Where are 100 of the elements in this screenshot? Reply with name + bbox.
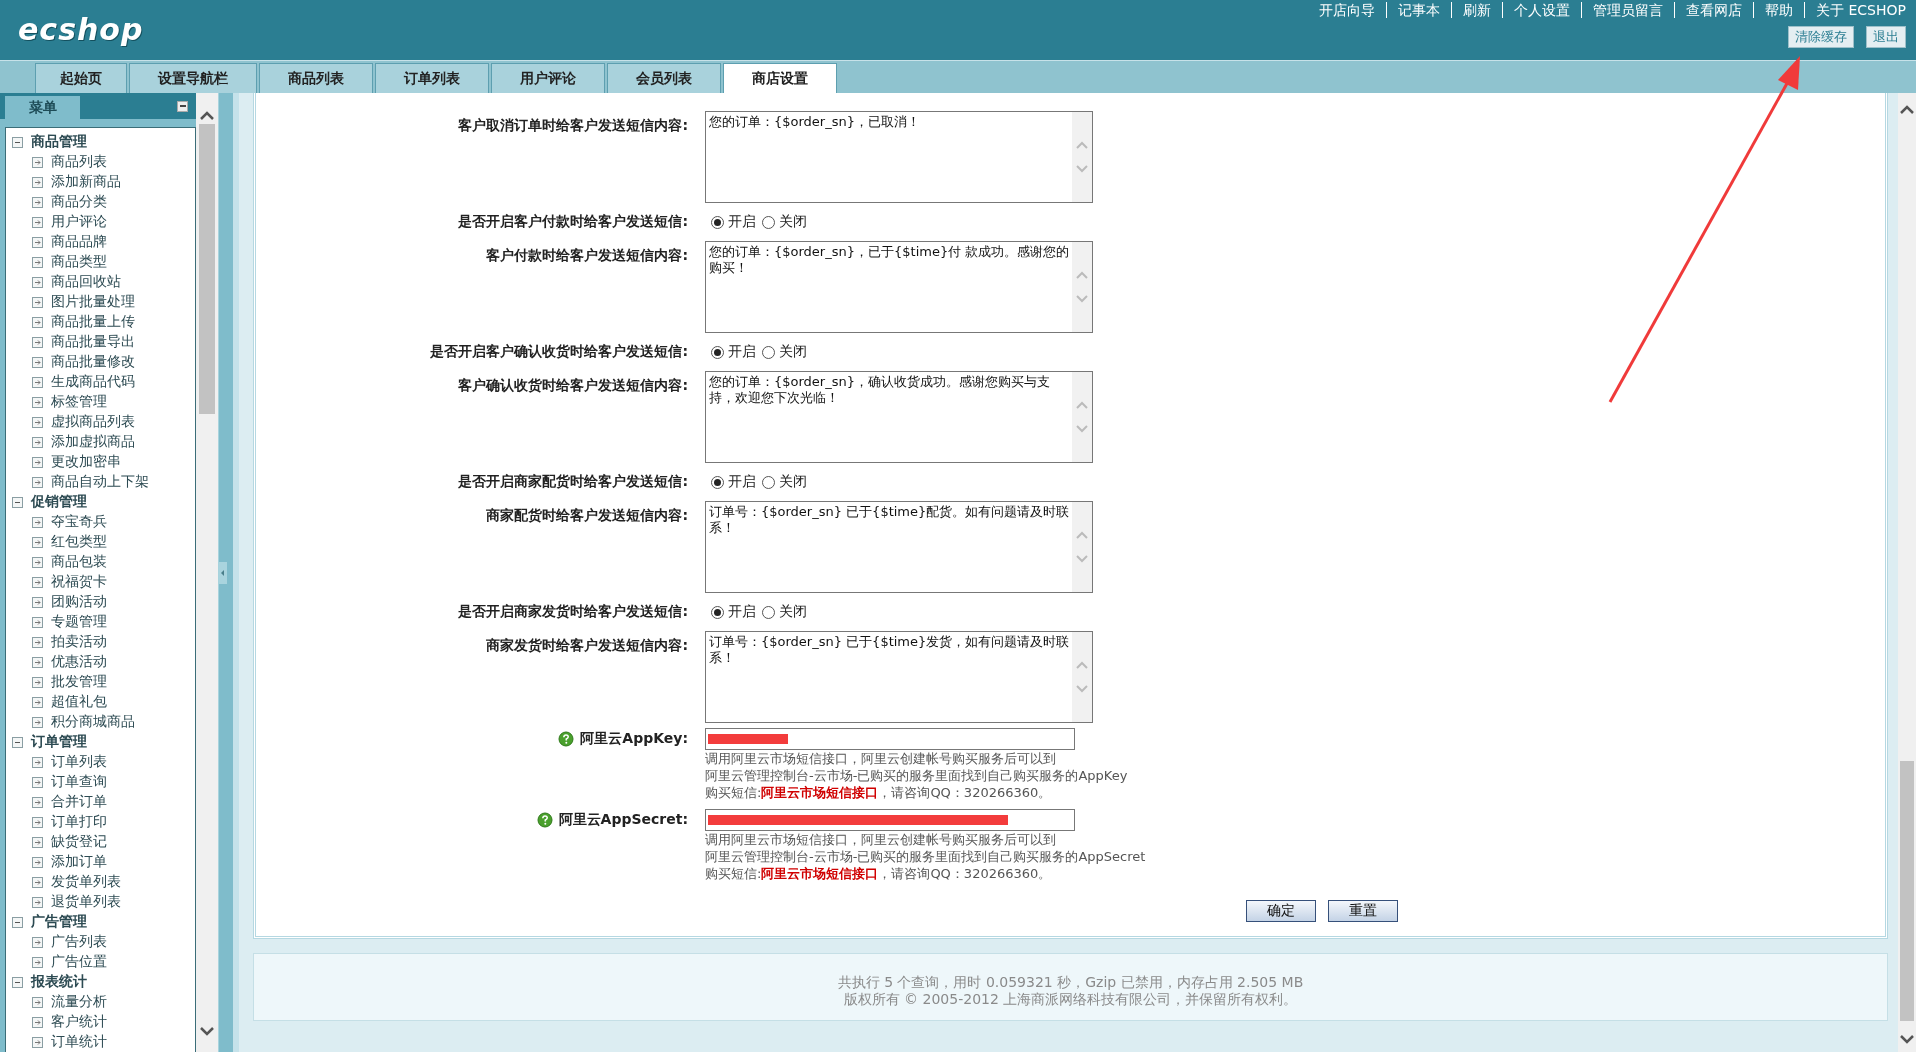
radio-label[interactable]: 关闭 — [779, 473, 807, 491]
header-link[interactable]: 个人设置 — [1502, 2, 1582, 18]
menu-item[interactable]: 流量分析 — [51, 993, 107, 1011]
menu-item[interactable]: 用户评论 — [51, 213, 107, 231]
tab[interactable]: 商品列表 — [259, 63, 373, 93]
radio-label[interactable]: 关闭 — [779, 343, 807, 361]
menu-item[interactable]: 广告位置 — [51, 953, 107, 971]
header-link[interactable]: 关于 ECSHOP — [1804, 2, 1906, 18]
radio-label[interactable]: 开启 — [728, 603, 756, 621]
radio-button[interactable] — [762, 215, 775, 229]
help-icon[interactable] — [536, 812, 553, 828]
radio-button[interactable] — [711, 345, 724, 359]
menu-item[interactable]: 商品包装 — [51, 553, 107, 571]
menu-item[interactable]: 订单查询 — [51, 773, 107, 791]
menu-item[interactable]: 订单列表 — [51, 753, 107, 771]
header-link[interactable]: 查看网店 — [1674, 2, 1754, 18]
menu-item[interactable]: 积分商城商品 — [51, 713, 135, 731]
collapse-icon[interactable] — [12, 976, 23, 988]
scroll-down-icon[interactable] — [1900, 1035, 1914, 1044]
menu-item[interactable]: 商品批量修改 — [51, 353, 135, 371]
header-link[interactable]: 管理员留言 — [1581, 2, 1675, 18]
menu-item[interactable]: 虚拟商品列表 — [51, 413, 135, 431]
header-button[interactable]: 清除缓存 — [1788, 26, 1854, 48]
menu-item[interactable]: 商品列表 — [51, 153, 107, 171]
text-input[interactable] — [705, 809, 1075, 831]
radio-button[interactable] — [711, 605, 724, 619]
menu-group[interactable]: 促销管理 — [31, 493, 87, 511]
header-button[interactable]: 退出 — [1866, 26, 1906, 48]
collapse-icon[interactable] — [12, 736, 23, 748]
header-link[interactable]: 开店向导 — [1308, 2, 1387, 18]
tab[interactable]: 起始页 — [35, 63, 127, 93]
radio-button[interactable] — [762, 605, 775, 619]
scrollbar-thumb[interactable] — [1900, 761, 1914, 1021]
menu-item[interactable]: 商品分类 — [51, 193, 107, 211]
menu-item[interactable]: 商品品牌 — [51, 233, 107, 251]
menu-item[interactable]: 红包类型 — [51, 533, 107, 551]
radio-label[interactable]: 开启 — [728, 343, 756, 361]
help-icon[interactable] — [558, 731, 575, 747]
form-button[interactable]: 确定 — [1246, 900, 1316, 922]
collapse-handle-icon[interactable] — [219, 561, 227, 584]
radio-label[interactable]: 关闭 — [779, 603, 807, 621]
menu-item[interactable]: 夺宝奇兵 — [51, 513, 107, 531]
menu-group[interactable]: 商品管理 — [31, 133, 87, 151]
menu-item[interactable]: 广告列表 — [51, 933, 107, 951]
radio-button[interactable] — [762, 475, 775, 489]
menu-item[interactable]: 客户统计 — [51, 1013, 107, 1031]
menu-item[interactable]: 更改加密串 — [51, 453, 121, 471]
menu-item[interactable]: 缺货登记 — [51, 833, 107, 851]
collapse-icon[interactable] — [12, 916, 23, 928]
menu-item[interactable]: 祝福贺卡 — [51, 573, 107, 591]
menu-item[interactable]: 团购活动 — [51, 593, 107, 611]
radio-button[interactable] — [711, 475, 724, 489]
menu-item[interactable]: 退货单列表 — [51, 893, 121, 911]
radio-button[interactable] — [762, 345, 775, 359]
collapse-icon[interactable] — [12, 136, 23, 148]
menu-item[interactable]: 图片批量处理 — [51, 293, 135, 311]
menu-item[interactable]: 商品回收站 — [51, 273, 121, 291]
menu-item[interactable]: 订单打印 — [51, 813, 107, 831]
header-link[interactable]: 刷新 — [1451, 2, 1503, 18]
tab[interactable]: 订单列表 — [375, 63, 489, 93]
menu-item[interactable]: 标签管理 — [51, 393, 107, 411]
radio-label[interactable]: 关闭 — [779, 213, 807, 231]
tab[interactable]: 设置导航栏 — [129, 63, 257, 93]
scroll-down-icon[interactable] — [200, 1027, 214, 1036]
menu-item[interactable]: 拍卖活动 — [51, 633, 107, 651]
radio-button[interactable] — [711, 215, 724, 229]
header-link[interactable]: 记事本 — [1386, 2, 1452, 18]
tab[interactable]: 商店设置 — [723, 63, 837, 93]
menu-item[interactable]: 添加订单 — [51, 853, 107, 871]
menu-item[interactable]: 合并订单 — [51, 793, 107, 811]
radio-label[interactable]: 开启 — [728, 213, 756, 231]
menu-group[interactable]: 订单管理 — [31, 733, 87, 751]
menu-item[interactable]: 批发管理 — [51, 673, 107, 691]
menu-item[interactable]: 订单统计 — [51, 1033, 107, 1051]
collapse-icon[interactable] — [177, 100, 188, 112]
menu-item[interactable]: 商品批量上传 — [51, 313, 135, 331]
menu-item[interactable]: 发货单列表 — [51, 873, 121, 891]
text-input[interactable] — [705, 728, 1075, 750]
menu-item[interactable]: 超值礼包 — [51, 693, 107, 711]
menu-group[interactable]: 报表统计 — [31, 973, 87, 991]
menu-item[interactable]: 专题管理 — [51, 613, 107, 631]
menu-item[interactable]: 优惠活动 — [51, 653, 107, 671]
header-link[interactable]: 帮助 — [1753, 2, 1805, 18]
menu-item[interactable]: 添加虚拟商品 — [51, 433, 135, 451]
scroll-up-icon[interactable] — [200, 111, 214, 120]
tab[interactable]: 会员列表 — [607, 63, 721, 93]
scrollbar-thumb[interactable] — [199, 124, 215, 414]
menu-group[interactable]: 广告管理 — [31, 913, 87, 931]
tab[interactable]: 用户评论 — [491, 63, 605, 93]
menu-item[interactable]: 生成商品代码 — [51, 373, 135, 391]
menu-item[interactable]: 商品类型 — [51, 253, 107, 271]
menu-item[interactable]: 商品自动上下架 — [51, 473, 149, 491]
menu-item[interactable]: 添加新商品 — [51, 173, 121, 191]
collapse-icon[interactable] — [12, 496, 23, 508]
sidebar-scrollbar[interactable] — [196, 93, 218, 1052]
scroll-up-icon[interactable] — [1900, 105, 1914, 114]
menu-item[interactable]: 商品批量导出 — [51, 333, 135, 351]
form-button[interactable]: 重置 — [1328, 900, 1398, 922]
radio-label[interactable]: 开启 — [728, 473, 756, 491]
sidebar-title[interactable]: 菜单 — [5, 96, 80, 119]
